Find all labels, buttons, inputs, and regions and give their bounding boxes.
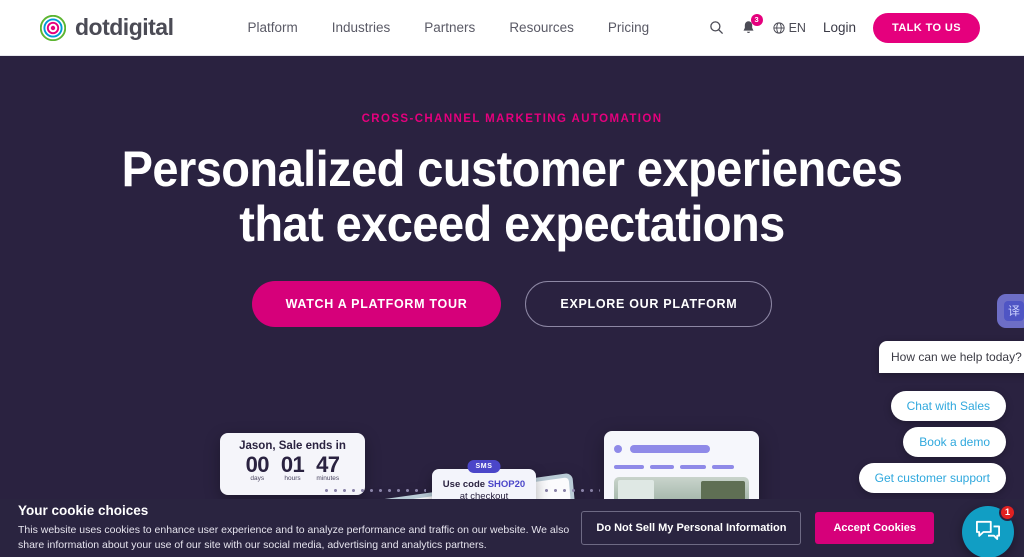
hero-cta-row: WATCH A PLATFORM TOUR EXPLORE OUR PLATFO… bbox=[0, 281, 1024, 327]
email-meta-bar bbox=[680, 465, 706, 469]
chat-unread-badge: 1 bbox=[999, 504, 1016, 521]
hero-eyebrow: CROSS-CHANNEL MARKETING AUTOMATION bbox=[361, 113, 663, 125]
sms-promo-code: SHOP20 bbox=[487, 478, 526, 490]
email-meta-bar bbox=[614, 465, 644, 469]
countdown-minutes-value: 47 bbox=[316, 452, 340, 477]
cookie-actions: Do Not Sell My Personal Information Acce… bbox=[581, 511, 934, 545]
language-label: EN bbox=[788, 20, 806, 35]
language-selector[interactable]: EN bbox=[772, 20, 806, 35]
headline-line-1: Personalized customer experiences bbox=[121, 141, 903, 197]
nav-item-resources[interactable]: Resources bbox=[509, 20, 574, 35]
do-not-sell-button[interactable]: Do Not Sell My Personal Information bbox=[581, 511, 802, 545]
sms-line-1-prefix: Use code bbox=[442, 478, 488, 490]
cookie-body: This website uses cookies to enhance use… bbox=[18, 523, 570, 551]
countdown-units: 00 days 01 hours 47 minutes bbox=[220, 453, 365, 482]
dotdigital-target-logo-icon bbox=[40, 14, 66, 41]
email-avatar-dot bbox=[614, 444, 622, 453]
sms-badge: SMS bbox=[467, 460, 501, 473]
notification-badge: 3 bbox=[750, 13, 763, 26]
logo[interactable]: dotdigital bbox=[40, 14, 174, 41]
header-actions: 3 EN Login TALK TO US bbox=[709, 12, 980, 43]
chat-quick-reply-support[interactable]: Get customer support bbox=[858, 463, 1006, 493]
email-title-bar bbox=[630, 444, 711, 453]
countdown-title: Jason, Sale ends in bbox=[239, 440, 346, 452]
countdown-days-value: 00 bbox=[245, 452, 270, 477]
nav-item-pricing[interactable]: Pricing bbox=[608, 20, 649, 35]
page-title: Personalized customer experiences that e… bbox=[31, 142, 994, 251]
sms-line-1: Use code SHOP20 bbox=[443, 479, 525, 490]
explore-platform-button[interactable]: EXPLORE OUR PLATFORM bbox=[525, 281, 773, 327]
site-header: dotdigital Platform Industries Partners … bbox=[0, 0, 1024, 56]
cookie-text-block: Your cookie choices This website uses co… bbox=[18, 503, 581, 553]
chat-quick-reply-demo[interactable]: Book a demo bbox=[903, 427, 1006, 457]
chat-bubbles-icon bbox=[976, 520, 1000, 540]
accept-cookies-button[interactable]: Accept Cookies bbox=[815, 512, 934, 544]
translate-icon: 译 bbox=[1004, 301, 1024, 321]
cookie-banner: Your cookie choices This website uses co… bbox=[0, 499, 1024, 557]
chat-prompt-bubble: How can we help today? bbox=[879, 341, 1024, 373]
photo-shelf bbox=[701, 481, 745, 501]
countdown-minutes-label: minutes bbox=[316, 475, 340, 483]
nav-item-partners[interactable]: Partners bbox=[424, 20, 475, 35]
countdown-unit-days: 00 days bbox=[245, 452, 270, 482]
countdown-hours-label: hours bbox=[284, 475, 301, 483]
countdown-card: Jason, Sale ends in 00 days 01 hours 47 … bbox=[220, 433, 365, 495]
globe-icon bbox=[772, 21, 785, 34]
countdown-unit-hours: 01 hours bbox=[280, 452, 305, 483]
email-meta-row bbox=[614, 465, 749, 469]
main-nav: Platform Industries Partners Resources P… bbox=[247, 20, 649, 35]
email-header-row bbox=[614, 440, 749, 458]
nav-item-platform[interactable]: Platform bbox=[247, 20, 297, 35]
email-meta-bar bbox=[650, 465, 674, 469]
talk-to-us-button[interactable]: TALK TO US bbox=[873, 12, 980, 43]
cookie-title: Your cookie choices bbox=[18, 502, 149, 518]
connector-dots-left bbox=[322, 489, 426, 492]
countdown-unit-minutes: 47 minutes bbox=[316, 452, 340, 483]
translate-side-tab[interactable]: 译 bbox=[997, 294, 1024, 328]
login-link[interactable]: Login bbox=[823, 20, 856, 35]
logo-text: dotdigital bbox=[75, 14, 174, 40]
search-icon[interactable] bbox=[709, 20, 724, 35]
chat-launcher-button[interactable]: 1 bbox=[962, 504, 1016, 557]
connector-dots-right bbox=[542, 489, 600, 492]
headline-line-2: that exceed expectations bbox=[239, 195, 785, 252]
nav-item-industries[interactable]: Industries bbox=[332, 20, 391, 35]
countdown-hours-value: 01 bbox=[280, 452, 305, 477]
email-meta-bar bbox=[712, 465, 734, 469]
notifications-bell[interactable]: 3 bbox=[741, 13, 763, 36]
watch-platform-tour-button[interactable]: WATCH A PLATFORM TOUR bbox=[251, 281, 502, 327]
chat-quick-reply-sales[interactable]: Chat with Sales bbox=[890, 391, 1006, 421]
